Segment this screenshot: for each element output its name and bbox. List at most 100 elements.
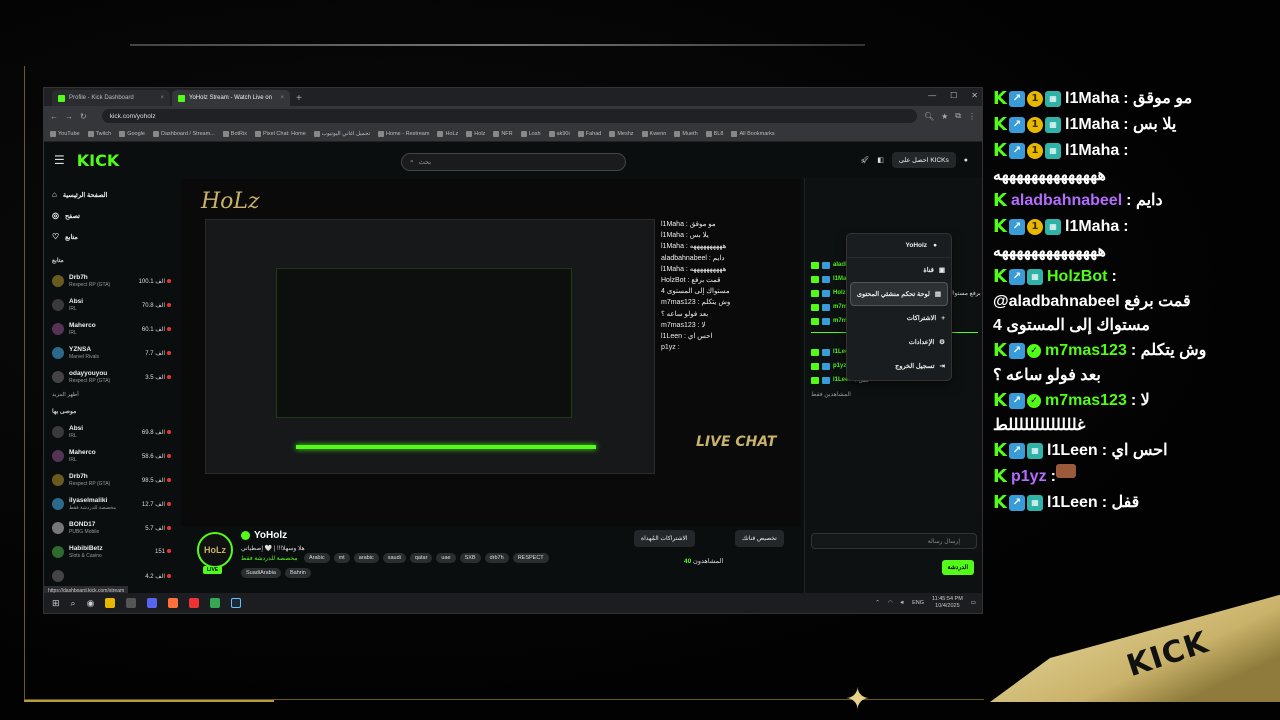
search-icon[interactable]: ⌕: [71, 598, 76, 609]
channel-item[interactable]: Maherco IRL 58.6 الف: [52, 444, 171, 468]
bookmark-star-icon[interactable]: ★: [941, 112, 948, 121]
notifications-icon[interactable]: ▭: [971, 600, 976, 606]
tag-chip[interactable]: saudi: [382, 553, 406, 563]
streamer-name[interactable]: YoHolz: [241, 530, 287, 541]
tag-chip[interactable]: drb7h: [484, 553, 509, 563]
close-icon[interactable]: ×: [160, 95, 164, 101]
nav-browse[interactable]: تصفح ◎: [52, 205, 171, 226]
menu-dots-icon[interactable]: ⋮: [968, 112, 976, 121]
windows-start-icon[interactable]: ⊞: [52, 598, 60, 609]
bookmark-item[interactable]: BL8: [705, 130, 723, 137]
nav-following[interactable]: متابع ♡: [52, 226, 171, 247]
bookmark-item[interactable]: تحميل اغاني اليوتيوب: [313, 130, 370, 137]
bookmark-item[interactable]: Losh: [520, 130, 541, 137]
kick-logo[interactable]: KICK: [77, 151, 120, 170]
bookmark-item[interactable]: YouTube: [50, 130, 80, 137]
steam-icon[interactable]: [231, 598, 242, 608]
bookmark-item[interactable]: Pixel Chat: Home: [254, 130, 306, 137]
channel-item[interactable]: Drb7h Respect RP (GTA) 98.5 الف: [52, 468, 171, 492]
tag-chip[interactable]: mt: [333, 553, 350, 563]
bookmark-item[interactable]: ak90i: [548, 130, 570, 137]
channel-item[interactable]: BOND17 PUBG Mobile 5.7 الف: [52, 516, 171, 540]
show-more-link[interactable]: أظهر المزيد: [52, 392, 171, 398]
obs-icon[interactable]: ◉: [87, 598, 95, 609]
reload-icon[interactable]: ↻: [80, 112, 87, 121]
bookmark-item[interactable]: BotRix: [222, 130, 247, 137]
chat-username[interactable]: p1yz: [833, 363, 846, 369]
zoom-icon[interactable]: 🔍︎: [924, 112, 934, 121]
search-input[interactable]: ⌕ بحث: [401, 153, 626, 171]
channel-item[interactable]: 4.2 الف: [52, 564, 171, 588]
tag-chip[interactable]: SXB: [459, 553, 481, 563]
new-tab-icon[interactable]: +: [296, 93, 302, 104]
bookmark-item[interactable]: HoLz: [437, 130, 458, 137]
stream-category[interactable]: مخصصة للدردشة فقط: [241, 555, 297, 562]
video-player[interactable]: HoLz l1Maha : مو موقق l1Maha : يلا بس l1Ma…: [181, 179, 801, 526]
app-icon[interactable]: [189, 598, 200, 608]
dropdown-username[interactable]: YoHolz ●: [847, 234, 951, 258]
channel-item[interactable]: HabibiBetz Slots & Casino 151: [52, 540, 171, 564]
customize-channel-button[interactable]: تخصيص قناتك: [735, 530, 784, 547]
firefox-icon[interactable]: [168, 598, 179, 608]
rocket-icon[interactable]: 🚀︎: [860, 156, 869, 164]
channel-item[interactable]: odayyouyou Respect RP (GTA) 3.5 الف: [52, 365, 171, 389]
bookmark-item[interactable]: Twitch: [87, 130, 111, 137]
terminal-icon[interactable]: [126, 598, 137, 608]
url-field[interactable]: kick.com/yoholz: [101, 109, 917, 123]
tab-yoholz[interactable]: YoHolz Stream - Watch Live on ×: [172, 90, 290, 106]
forward-icon[interactable]: →: [65, 112, 73, 121]
extensions-icon[interactable]: ⧉: [955, 111, 961, 121]
gifted-subs-button[interactable]: الاشتراكات المُهداة: [634, 530, 695, 547]
bookmark-item[interactable]: Fahad: [577, 130, 601, 137]
tag-chip[interactable]: qatar: [409, 553, 433, 563]
tag-chip[interactable]: Bahrin: [284, 568, 311, 578]
channel-item[interactable]: Absi IRL 69.8 الف: [52, 420, 171, 444]
bookmark-item[interactable]: All Bookmarks: [731, 130, 775, 137]
volume-icon[interactable]: 🔊︎: [901, 600, 904, 607]
close-window-icon[interactable]: ✕: [971, 91, 978, 100]
bookmark-item[interactable]: Meshz: [609, 130, 634, 137]
bookmark-item[interactable]: Home - Restream: [378, 130, 429, 137]
channel-item[interactable]: Maherco IRL 60.1 الف: [52, 317, 171, 341]
tag-chip[interactable]: uae: [436, 553, 456, 563]
tag-chip[interactable]: RESPECT: [512, 553, 549, 563]
chat-input[interactable]: إرسال رسالة: [811, 533, 977, 549]
discord-icon[interactable]: [147, 598, 158, 608]
nav-home[interactable]: الصفحة الرئيسية ⌂: [52, 184, 171, 205]
maximize-icon[interactable]: ☐: [950, 91, 957, 100]
chevron-up-icon[interactable]: ⌃: [875, 600, 880, 606]
menu-icon[interactable]: ☰: [54, 153, 65, 167]
back-icon[interactable]: ←: [50, 112, 58, 121]
streamer-avatar[interactable]: HoLz: [197, 532, 233, 568]
close-icon[interactable]: ×: [280, 95, 284, 101]
bookmark-item[interactable]: NFR: [493, 130, 513, 137]
get-kicks-button[interactable]: احصل على KICKs: [891, 152, 956, 168]
menu-item-channel[interactable]: قناة ▣: [847, 258, 951, 282]
bookmark-item[interactable]: Holz: [466, 130, 485, 137]
bookmark-item[interactable]: Google: [119, 130, 145, 137]
notification-icon[interactable]: ◧: [877, 156, 884, 164]
chrome-icon[interactable]: [210, 598, 221, 608]
tab-profile[interactable]: Profile - Kick Dashboard ×: [52, 90, 170, 106]
tag-chip[interactable]: arabic: [353, 553, 379, 563]
user-avatar[interactable]: ●: [964, 157, 968, 164]
channel-item[interactable]: YZNSA Marvel Rivals 7.7 الف: [52, 341, 171, 365]
bookmark-item[interactable]: Kwenn: [641, 130, 666, 137]
language-indicator[interactable]: ENG: [912, 600, 924, 606]
chat-send-button[interactable]: الدردشة: [941, 560, 974, 575]
channel-item[interactable]: Drb7h Respect RP (GTA) 100.1 الف: [52, 269, 171, 293]
menu-item-subscriptions[interactable]: الاشتراكات +: [847, 306, 951, 330]
minimize-icon[interactable]: —: [928, 91, 936, 100]
menu-item-settings[interactable]: الإعدادات ⚙: [847, 330, 951, 354]
bookmark-item[interactable]: Dashboard / Stream...: [152, 130, 215, 137]
menu-item-dashboard[interactable]: لوحة تحكم منشئي المحتوى ▤: [850, 282, 948, 306]
menu-item-logout[interactable]: تسجيل الخروج ⇥: [847, 354, 951, 378]
tag-chip[interactable]: SuadiArabia: [241, 568, 281, 578]
folder-icon[interactable]: [105, 598, 116, 608]
clock[interactable]: 11:45:54 PM 10/4/2025: [932, 596, 963, 609]
tag-chip[interactable]: Arabic: [304, 553, 330, 563]
channel-item[interactable]: Absi IRL 70.8 الف: [52, 293, 171, 317]
channel-item[interactable]: ilyaselmaliki مخصصة للدردشة فقط 12.7 الف: [52, 492, 171, 516]
wifi-icon[interactable]: ◠: [888, 600, 893, 606]
bookmark-item[interactable]: Mueth: [674, 130, 698, 137]
